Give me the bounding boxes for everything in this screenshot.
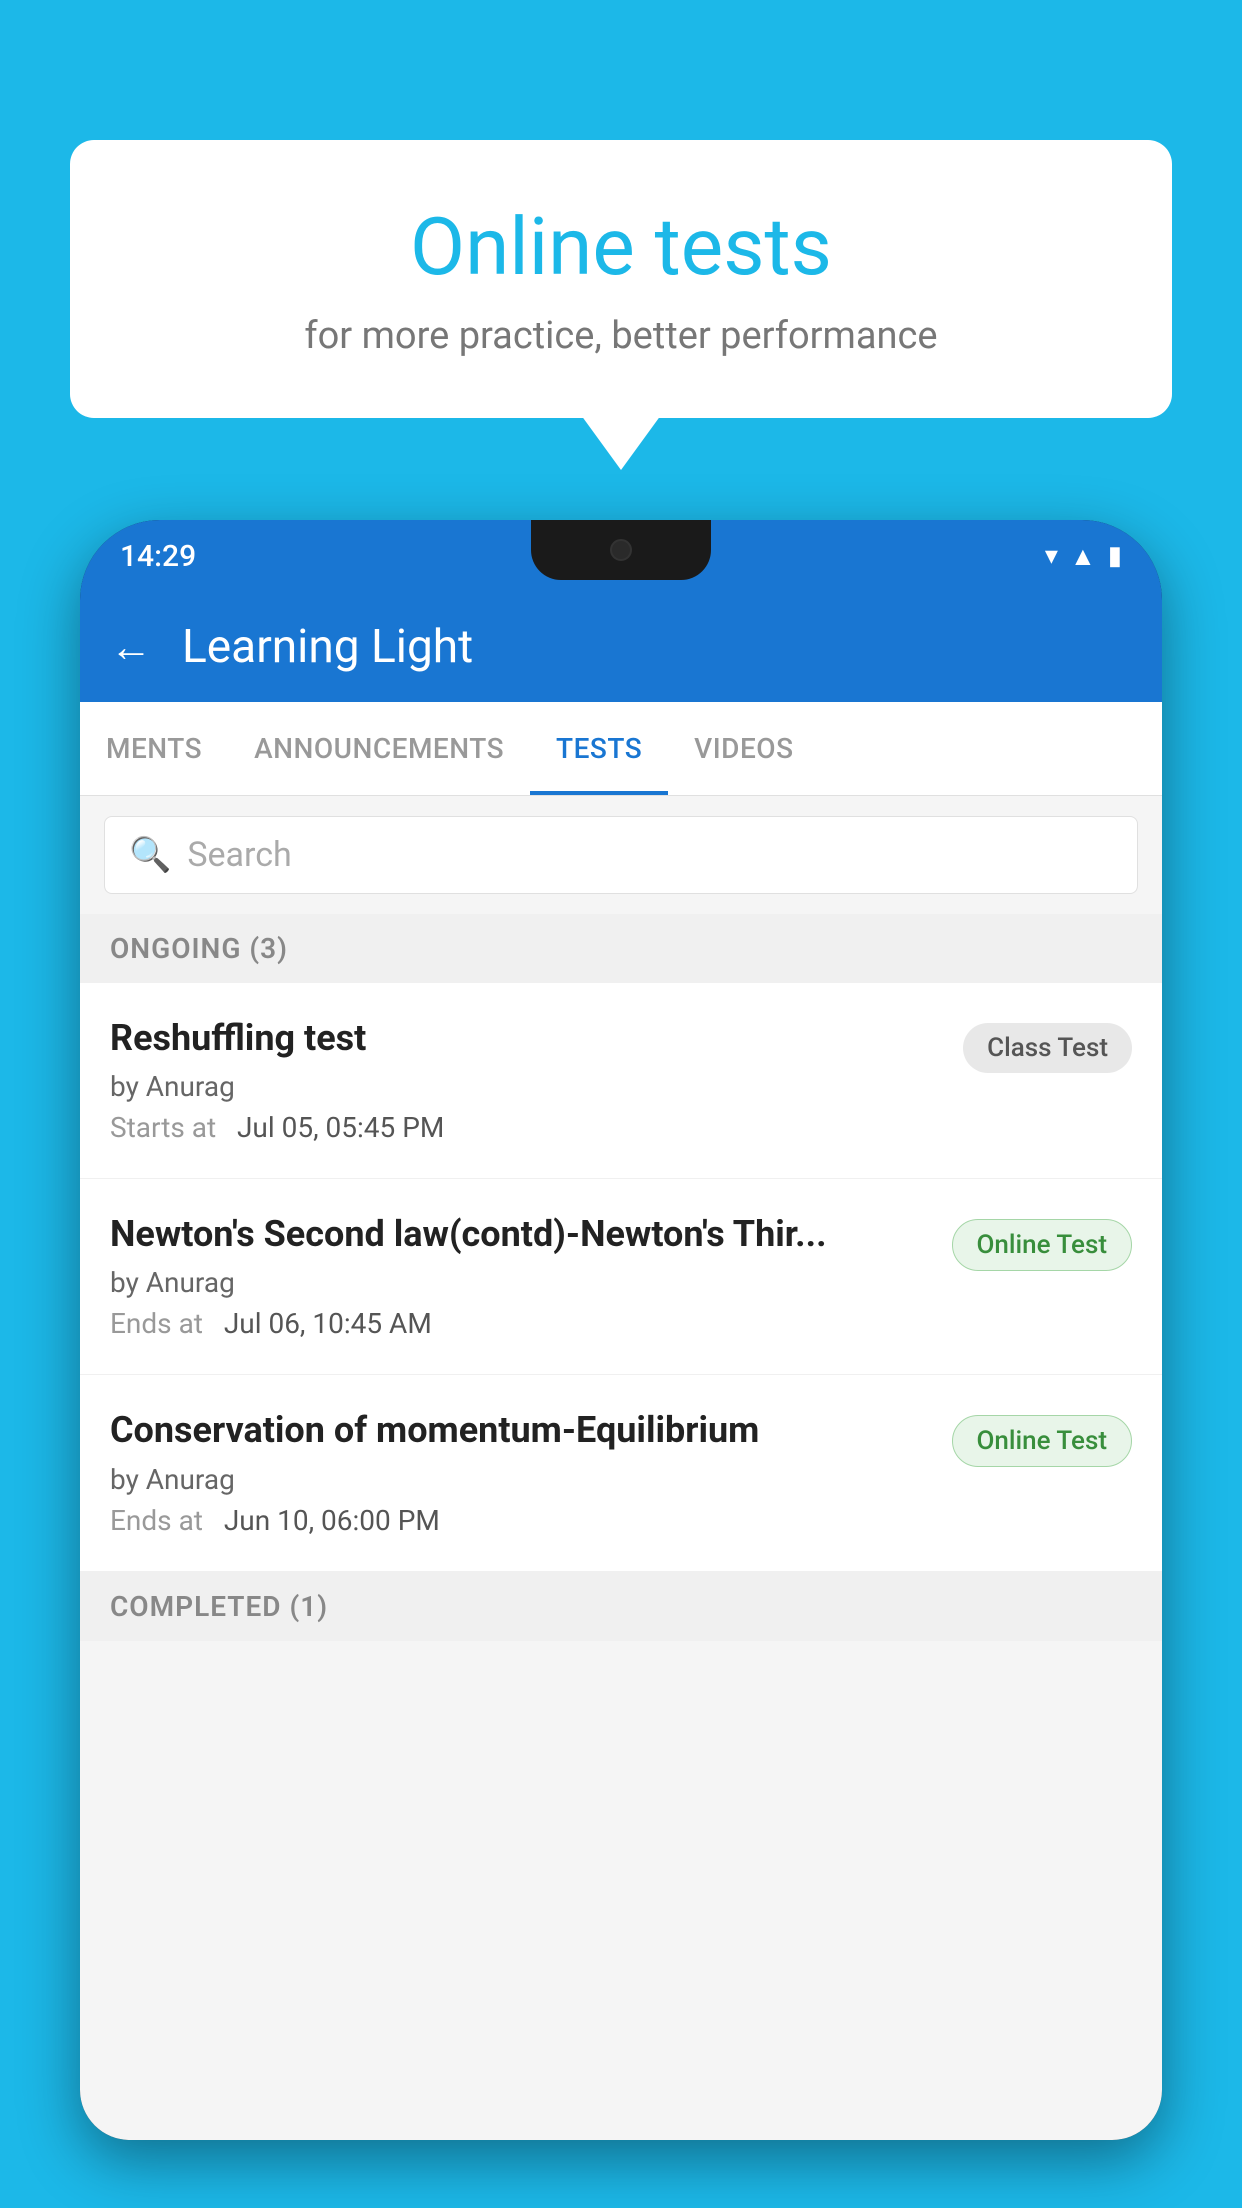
time-value-2: Jul 06, 10:45 AM bbox=[224, 1307, 432, 1340]
test-info-2: Newton's Second law(contd)-Newton's Thir… bbox=[110, 1213, 932, 1340]
test-badge-3: Online Test bbox=[952, 1415, 1133, 1467]
time-label-2: Ends at bbox=[110, 1307, 217, 1340]
back-button[interactable]: ← bbox=[110, 623, 152, 672]
test-info-1: Reshuffling test by Anurag Starts at Jul… bbox=[110, 1017, 943, 1144]
section-completed: COMPLETED (1) bbox=[80, 1572, 1162, 1641]
notch bbox=[531, 520, 711, 580]
test-author-1: by Anurag bbox=[110, 1070, 943, 1103]
speech-bubble: Online tests for more practice, better p… bbox=[70, 140, 1172, 418]
test-time-3: Ends at Jun 10, 06:00 PM bbox=[110, 1504, 932, 1537]
search-bar[interactable]: 🔍 Search bbox=[104, 816, 1138, 894]
search-container: 🔍 Search bbox=[80, 796, 1162, 914]
tests-list: Reshuffling test by Anurag Starts at Jul… bbox=[80, 983, 1162, 1572]
test-name-1: Reshuffling test bbox=[110, 1017, 943, 1060]
time-value-3: Jun 10, 06:00 PM bbox=[224, 1504, 440, 1537]
phone-content: MENTS ANNOUNCEMENTS TESTS VIDEOS 🔍 Searc… bbox=[80, 702, 1162, 2140]
signal-icon: ▲ bbox=[1070, 541, 1096, 572]
bubble-title: Online tests bbox=[120, 200, 1122, 294]
wifi-icon: ▾ bbox=[1045, 541, 1058, 571]
section-ongoing: ONGOING (3) bbox=[80, 914, 1162, 983]
status-icons: ▾ ▲ ▮ bbox=[1045, 541, 1122, 572]
battery-icon: ▮ bbox=[1108, 541, 1122, 571]
test-time-1: Starts at Jul 05, 05:45 PM bbox=[110, 1111, 943, 1144]
phone-frame: 14:29 ▾ ▲ ▮ ← Learning Light MENTS ANNOU… bbox=[80, 520, 1162, 2140]
time-label-1: Starts at bbox=[110, 1111, 230, 1144]
test-author-2: by Anurag bbox=[110, 1266, 932, 1299]
test-badge-1: Class Test bbox=[963, 1023, 1132, 1073]
bubble-subtitle: for more practice, better performance bbox=[120, 314, 1122, 358]
search-icon: 🔍 bbox=[129, 835, 171, 875]
test-time-2: Ends at Jul 06, 10:45 AM bbox=[110, 1307, 932, 1340]
time-label-3: Ends at bbox=[110, 1504, 217, 1537]
test-item-1[interactable]: Reshuffling test by Anurag Starts at Jul… bbox=[80, 983, 1162, 1179]
search-placeholder: Search bbox=[187, 835, 291, 875]
test-author-3: by Anurag bbox=[110, 1463, 932, 1496]
test-item-2[interactable]: Newton's Second law(contd)-Newton's Thir… bbox=[80, 1179, 1162, 1375]
tab-videos[interactable]: VIDEOS bbox=[668, 702, 819, 795]
tab-ments[interactable]: MENTS bbox=[80, 702, 228, 795]
speech-bubble-container: Online tests for more practice, better p… bbox=[70, 140, 1172, 418]
status-bar: 14:29 ▾ ▲ ▮ bbox=[80, 520, 1162, 592]
time-value-1: Jul 05, 05:45 PM bbox=[237, 1111, 444, 1144]
app-bar: ← Learning Light bbox=[80, 592, 1162, 702]
test-item-3[interactable]: Conservation of momentum-Equilibrium by … bbox=[80, 1375, 1162, 1571]
phone-container: 14:29 ▾ ▲ ▮ ← Learning Light MENTS ANNOU… bbox=[80, 520, 1162, 2208]
tabs-container: MENTS ANNOUNCEMENTS TESTS VIDEOS bbox=[80, 702, 1162, 796]
test-badge-2: Online Test bbox=[952, 1219, 1133, 1271]
camera bbox=[610, 539, 632, 561]
test-name-3: Conservation of momentum-Equilibrium bbox=[110, 1409, 932, 1452]
app-title: Learning Light bbox=[182, 620, 473, 674]
tab-tests[interactable]: TESTS bbox=[530, 702, 668, 795]
test-info-3: Conservation of momentum-Equilibrium by … bbox=[110, 1409, 932, 1536]
tab-announcements[interactable]: ANNOUNCEMENTS bbox=[228, 702, 530, 795]
status-time: 14:29 bbox=[120, 539, 196, 574]
test-name-2: Newton's Second law(contd)-Newton's Thir… bbox=[110, 1213, 932, 1256]
